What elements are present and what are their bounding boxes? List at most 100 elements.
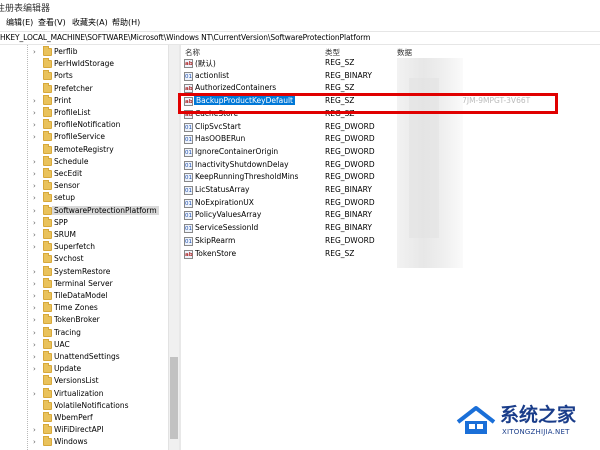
value-row[interactable]: ab TokenStore REG_SZ	[181, 248, 600, 261]
tree-item-label: Prefetcher	[54, 83, 93, 93]
key-tree[interactable]: › Perflib PerHwIdStorage Ports Prefetcher › Pr…	[0, 45, 168, 450]
tree-item[interactable]: › SecEdit	[0, 168, 168, 180]
tree-item[interactable]: Svchost	[0, 253, 168, 265]
value-row[interactable]: 01 LicStatusArray REG_BINARY	[181, 184, 600, 197]
tree-item[interactable]: Ports	[0, 70, 168, 82]
value-row[interactable]: 01 ServiceSessionId REG_BINARY	[181, 222, 600, 235]
expand-chevron-icon[interactable]: ›	[33, 158, 39, 166]
tree-item[interactable]: › UAC	[0, 338, 168, 351]
expand-chevron-icon[interactable]: ›	[33, 194, 39, 202]
tree-item-label: Ports	[54, 71, 73, 81]
tree-scrollbar-thumb[interactable]	[170, 357, 178, 439]
expand-chevron-icon[interactable]: ›	[33, 390, 39, 398]
tree-item[interactable]: › UnattendSettings	[0, 351, 168, 363]
tree-item[interactable]: VolatileNotifications	[0, 399, 168, 412]
expand-chevron-icon[interactable]: ›	[33, 426, 39, 434]
expand-chevron-icon[interactable]: ›	[33, 292, 39, 300]
tree-item[interactable]: › setup	[0, 192, 168, 204]
value-row[interactable]: 01 HasOOBERun REG_DWORD	[181, 133, 600, 146]
tree-item-label: UnattendSettings	[54, 352, 120, 361]
tree-item-label: Print	[54, 95, 72, 105]
title-bar: 注册表编辑器	[0, 0, 600, 14]
folder-icon	[43, 290, 52, 300]
value-row[interactable]: 01 SkipRearm REG_DWORD	[181, 235, 600, 248]
expand-chevron-icon[interactable]: ›	[33, 316, 39, 324]
expand-chevron-icon[interactable]: ›	[33, 97, 39, 105]
value-type: REG_BINARY	[325, 70, 372, 80]
tree-item[interactable]: › SoftwareProtectionPlatform	[0, 204, 168, 217]
tree-item[interactable]: › ProfileService	[0, 131, 168, 143]
value-row[interactable]: ab (默认) REG_SZ	[181, 57, 600, 70]
tree-item[interactable]: › SystemRestore	[0, 265, 168, 278]
window-title: 注册表编辑器	[0, 4, 51, 14]
expand-chevron-icon[interactable]: ›	[33, 121, 39, 129]
expand-chevron-icon[interactable]: ›	[33, 304, 39, 312]
address-bar[interactable]: HKEY_LOCAL_MACHINE\SOFTWARE\Microsoft\Wi…	[0, 31, 600, 45]
value-row[interactable]: 01 NoExpirationUX REG_DWORD	[181, 197, 600, 210]
expand-chevron-icon[interactable]: ›	[33, 365, 39, 373]
tree-item-label: RemoteRegistry	[54, 144, 114, 154]
tree-item[interactable]: › WiFiDirectAPI	[0, 424, 168, 436]
tree-item[interactable]: › ProfileList	[0, 107, 168, 119]
expand-chevron-icon[interactable]: ›	[33, 280, 39, 288]
value-row[interactable]: 01 InactivityShutdownDelay REG_DWORD	[181, 159, 600, 172]
tree-item[interactable]: RemoteRegistry	[0, 143, 168, 156]
expand-chevron-icon[interactable]: ›	[33, 231, 39, 239]
expand-chevron-icon[interactable]: ›	[33, 268, 39, 276]
tree-item[interactable]: › TileDataModel	[0, 290, 168, 302]
expand-chevron-icon[interactable]: ›	[33, 170, 39, 178]
tree-item[interactable]: › Superfetch	[0, 241, 168, 253]
tree-item-label: SystemRestore	[54, 266, 111, 276]
expand-chevron-icon[interactable]: ›	[33, 438, 39, 446]
tree-item-label: setup	[54, 193, 75, 203]
tree-item[interactable]: Prefetcher	[0, 82, 168, 95]
tree-item-label: Svchost	[54, 254, 84, 264]
expand-chevron-icon[interactable]: ›	[33, 207, 39, 215]
tree-item[interactable]: › SPP	[0, 216, 168, 229]
address-path[interactable]: HKEY_LOCAL_MACHINE\SOFTWARE\Microsoft\Wi…	[0, 33, 370, 42]
expand-chevron-icon[interactable]: ›	[33, 109, 39, 117]
expand-chevron-icon[interactable]: ›	[33, 341, 39, 349]
menu-help[interactable]: 帮助(H)	[112, 17, 140, 28]
value-name: HasOOBERun	[195, 134, 246, 144]
value-row[interactable]: 01 IgnoreContainerOrigin REG_DWORD	[181, 146, 600, 159]
folder-icon	[43, 412, 52, 422]
watermark: 系统之家 XITONGZHIJIA.NET	[452, 398, 600, 446]
binary-value-icon: 01	[184, 135, 193, 145]
value-name: (默认)	[195, 59, 216, 68]
tree-item[interactable]: PerHwIdStorage	[0, 58, 168, 70]
tree-item[interactable]: › SRUM	[0, 229, 168, 241]
value-row[interactable]: 01 actionlist REG_BINARY	[181, 70, 600, 83]
tree-item-label: ProfileService	[54, 132, 106, 142]
value-type: REG_BINARY	[325, 185, 372, 194]
expand-chevron-icon[interactable]: ›	[33, 329, 39, 337]
menu-favorites[interactable]: 收藏夹(A)	[72, 17, 108, 28]
tree-item[interactable]: › Perflib	[0, 46, 168, 58]
tree-item[interactable]: › Time Zones	[0, 302, 168, 314]
menu-view[interactable]: 查看(V)	[38, 17, 66, 28]
tree-item[interactable]: › Schedule	[0, 155, 168, 168]
binary-value-icon: 01	[184, 147, 193, 157]
tree-item[interactable]: › Sensor	[0, 180, 168, 192]
menu-edit[interactable]: 编辑(E)	[6, 17, 33, 28]
folder-icon	[43, 302, 52, 313]
expand-chevron-icon[interactable]: ›	[33, 48, 39, 56]
tree-item[interactable]: › Tracing	[0, 326, 168, 339]
expand-chevron-icon[interactable]: ›	[33, 219, 39, 227]
tree-item[interactable]: › ProfileNotification	[0, 119, 168, 131]
expand-chevron-icon[interactable]: ›	[33, 353, 39, 361]
tree-item[interactable]: › Terminal Server	[0, 277, 168, 290]
expand-chevron-icon[interactable]: ›	[33, 243, 39, 251]
tree-item[interactable]: › Virtualization	[0, 387, 168, 400]
tree-item[interactable]: › Print	[0, 94, 168, 107]
tree-item[interactable]: VersionsList	[0, 375, 168, 387]
tree-item[interactable]: WbemPerf	[0, 412, 168, 424]
value-row[interactable]: 01 PolicyValuesArray REG_BINARY	[181, 209, 600, 222]
tree-item[interactable]: › TokenBroker	[0, 314, 168, 326]
tree-item[interactable]: › Windows	[0, 436, 168, 448]
tree-item[interactable]: › Update	[0, 363, 168, 375]
value-row[interactable]: 01 ClipSvcStart REG_DWORD	[181, 121, 600, 134]
value-row[interactable]: 01 KeepRunningThresholdMins REG_DWORD	[181, 171, 600, 184]
expand-chevron-icon[interactable]: ›	[33, 182, 39, 190]
expand-chevron-icon[interactable]: ›	[33, 133, 39, 141]
